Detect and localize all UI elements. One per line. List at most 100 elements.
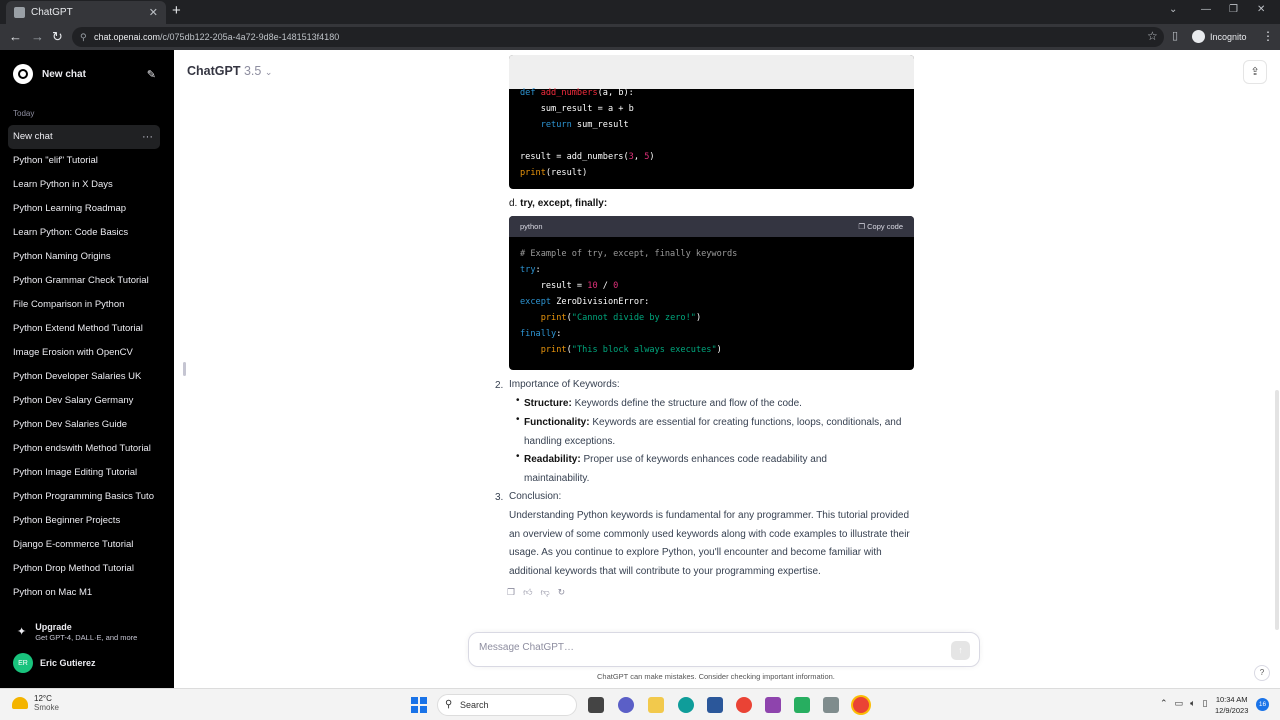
sidebar-chat-item[interactable]: Python Beginner Projects (8, 509, 160, 533)
url-field[interactable]: ⚲ chat.openai.com/c/075db122-205a-4a72-9… (72, 27, 1164, 47)
new-tab-button[interactable]: + (172, 2, 181, 19)
code-token: print (520, 168, 546, 178)
sidebar-chat-item[interactable]: Python on Mac M1 (8, 581, 160, 605)
user-menu[interactable]: ER Eric Gutierez (13, 653, 96, 673)
app-icon[interactable] (765, 697, 781, 713)
close-tab-icon[interactable]: ✕ (149, 6, 158, 19)
site-info-icon[interactable]: ⚲ (80, 27, 87, 47)
incognito-icon (1192, 30, 1205, 43)
code-token: sum_result (571, 120, 629, 130)
chrome-icon[interactable] (736, 697, 752, 713)
sidebar-chat-label: Python on Mac M1 (13, 587, 93, 598)
sidebar-chat-item[interactable]: Python Dev Salaries Guide (8, 413, 160, 437)
sidebar-chat-label: Python Dev Salaries Guide (13, 419, 128, 430)
weather-widget[interactable]: 12°C Smoke (12, 694, 59, 712)
copy-code-button[interactable]: ❐ Copy code (858, 222, 903, 231)
upgrade-button[interactable]: ✦ Upgrade Get GPT-4, DALL·E, and more (17, 622, 137, 642)
code-line: print("This block always executes") (520, 342, 903, 358)
code-block-try-except: python ❐ Copy code # Example of try, exc… (509, 216, 914, 370)
code-token: ) (695, 313, 702, 323)
browser-tab[interactable]: ChatGPT ✕ (6, 1, 166, 24)
code-token: 0 (613, 281, 619, 291)
scrollbar[interactable] (1275, 390, 1279, 630)
tab-search-icon[interactable]: ⌄ (1169, 4, 1177, 15)
sidebar-chat-item[interactable]: Python Grammar Check Tutorial (8, 269, 160, 293)
sidebar-chat-item[interactable]: Python Extend Method Tutorial (8, 317, 160, 341)
incognito-indicator[interactable]: Incognito (1192, 30, 1247, 43)
weather-condition: Smoke (34, 703, 59, 712)
app-icon[interactable] (823, 697, 839, 713)
help-button[interactable]: ? (1254, 665, 1270, 681)
battery-icon[interactable]: ▯ (1202, 698, 1207, 709)
sidebar-chat-label: Python Beginner Projects (13, 515, 121, 526)
sidebar-chat-item[interactable]: Python Developer Salaries UK (8, 365, 160, 389)
clock[interactable]: 10:34 AM 12/9/2023 (1215, 694, 1248, 716)
incognito-label: Incognito (1210, 31, 1247, 42)
forward-icon[interactable]: → (31, 29, 44, 44)
reload-icon[interactable]: ↻ (52, 29, 63, 45)
store-icon[interactable] (707, 697, 723, 713)
chrome-active-icon[interactable] (853, 697, 869, 713)
sidebar-chat-item[interactable]: Python Dev Salary Germany (8, 389, 160, 413)
network-icon[interactable]: ▭ (1175, 698, 1184, 709)
sidebar-chat-label: Python Learning Roadmap (13, 203, 127, 214)
file-explorer-icon[interactable] (648, 697, 664, 713)
model-selector[interactable]: ChatGPT 3.5 ⌄ (187, 64, 272, 78)
sidebar-chat-item[interactable]: Python Naming Origins (8, 245, 160, 269)
maximize-icon[interactable]: ❐ (1229, 4, 1238, 15)
code-line: result = add_numbers(3, 5) (520, 149, 903, 165)
sidebar-chat-label: Django E-commerce Tutorial (13, 539, 134, 550)
new-chat-button[interactable]: New chat ✎ (8, 62, 160, 86)
sidebar-chat-label: File Comparison in Python (13, 299, 125, 310)
sidebar-chat-item[interactable]: New chat ··· (8, 125, 160, 149)
sidebar-toggle-handle[interactable] (183, 362, 186, 376)
copy-icon[interactable]: ❐ (507, 587, 515, 598)
app-icon[interactable] (794, 697, 810, 713)
more-options-icon[interactable]: ··· (142, 125, 153, 149)
sidebar-chat-item[interactable]: Django E-commerce Tutorial (8, 533, 160, 557)
close-window-icon[interactable]: ✕ (1257, 4, 1265, 15)
code-token: except (520, 297, 552, 307)
notification-badge[interactable]: 16 (1256, 698, 1269, 711)
browser-menu-icon[interactable]: ⋮ (1262, 29, 1274, 43)
sidebar-chat-item[interactable]: Learn Python in X Days (8, 173, 160, 197)
code-line: finally: (520, 326, 903, 342)
sidebar-chat-item[interactable]: Image Erosion with OpenCV (8, 341, 160, 365)
code-token: def (520, 88, 541, 98)
code-token: print (540, 313, 567, 323)
sidebar-chat-item[interactable]: File Comparison in Python (8, 293, 160, 317)
code-token: # Example of try, except, finally keywor… (520, 249, 738, 259)
teams-icon[interactable] (618, 697, 634, 713)
edge-icon[interactable] (678, 697, 694, 713)
back-icon[interactable]: ← (9, 29, 22, 44)
send-button[interactable]: ↑ (951, 641, 970, 660)
sidebar-chat-item[interactable]: Python "elif" Tutorial (8, 149, 160, 173)
sidebar-chat-item[interactable]: Python endswith Method Tutorial (8, 437, 160, 461)
thumbs-down-icon[interactable]: 👎︎ (540, 587, 549, 598)
share-button[interactable]: ⇪ (1243, 60, 1267, 84)
minimize-icon[interactable]: — (1201, 4, 1211, 15)
sparkle-icon: ✦ (17, 626, 27, 638)
thumbs-up-icon[interactable]: 👍︎ (523, 587, 532, 598)
sidebar-chat-item[interactable]: Learn Python: Code Basics (8, 221, 160, 245)
windows-start-icon[interactable] (411, 697, 427, 713)
sidebar-chat-item[interactable]: Python Learning Roadmap (8, 197, 160, 221)
task-view-icon[interactable] (588, 697, 604, 713)
code-line: return sum_result (520, 117, 903, 133)
volume-icon[interactable]: 🔈︎ (1190, 698, 1195, 709)
code-language: python (520, 222, 543, 231)
bullet-label: Structure: (524, 398, 572, 409)
side-panel-icon[interactable]: ▯ (1172, 29, 1178, 42)
sidebar-chat-item[interactable]: Python Image Editing Tutorial (8, 461, 160, 485)
bookmark-star-icon[interactable]: ☆ (1147, 29, 1158, 43)
edit-icon[interactable]: ✎ (147, 68, 156, 81)
sidebar-chat-item[interactable]: Python Programming Basics Tuto (8, 485, 160, 509)
code-body: # Example of try, except, finally keywor… (509, 237, 914, 363)
search-icon: ⚲ (445, 699, 453, 710)
sidebar-chat-label: Learn Python in X Days (13, 179, 113, 190)
regenerate-icon[interactable]: ↻ (558, 587, 566, 598)
chevron-up-icon[interactable]: ⌃ (1160, 698, 1168, 709)
taskbar-search[interactable]: ⚲ Search (437, 694, 577, 716)
message-input[interactable] (479, 642, 939, 653)
sidebar-chat-item[interactable]: Python Drop Method Tutorial (8, 557, 160, 581)
